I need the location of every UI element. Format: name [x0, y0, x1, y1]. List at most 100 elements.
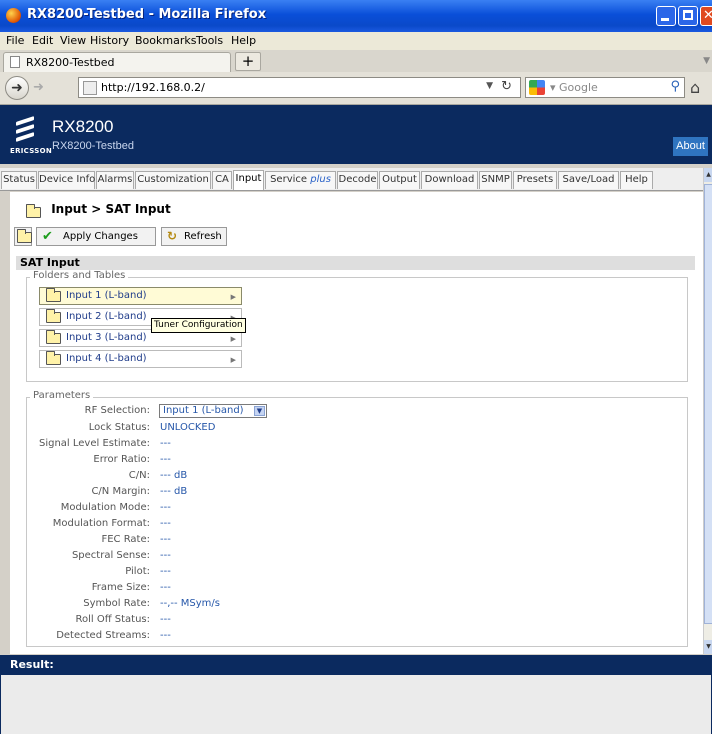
- url-text[interactable]: http://192.168.0.2/: [101, 81, 205, 94]
- breadcrumb: Input > SAT Input: [14, 202, 171, 218]
- param-label: Symbol Rate:: [83, 598, 150, 609]
- tab-ca[interactable]: CA: [212, 171, 232, 189]
- param-value: ---: [160, 550, 171, 561]
- about-button[interactable]: About: [673, 137, 708, 156]
- menu-help[interactable]: Help: [231, 34, 256, 47]
- forward-button[interactable]: ➜: [33, 80, 44, 95]
- search-engine-label: ▾ Google: [550, 81, 598, 94]
- param-value: ---: [160, 534, 171, 545]
- tab-list-icon[interactable]: ▼: [703, 56, 710, 66]
- tab-status[interactable]: Status: [1, 171, 37, 189]
- folder-icon: [46, 309, 61, 323]
- url-bar[interactable]: http://192.168.0.2/ ▼ ↻: [78, 77, 521, 98]
- menu-tools[interactable]: Tools: [196, 34, 223, 47]
- menu-history[interactable]: History: [90, 34, 129, 47]
- tooltip: Tuner Configuration: [151, 318, 246, 333]
- browser-tab-label: RX8200-Testbed: [26, 56, 115, 69]
- search-icon[interactable]: ⚲: [670, 79, 680, 94]
- menu-edit[interactable]: Edit: [32, 34, 53, 47]
- folder-item-input-4[interactable]: Input 4 (L-band) ▶: [39, 350, 242, 368]
- param-value: ---: [160, 438, 171, 449]
- section-title: SAT Input: [16, 256, 695, 270]
- checkmark-icon: ✔: [42, 229, 53, 244]
- page-title: Input > SAT Input: [51, 202, 171, 216]
- page-icon: [10, 56, 20, 68]
- param-value: ---: [160, 454, 171, 465]
- reload-icon[interactable]: ↻: [501, 79, 512, 94]
- navigation-bar: ➜ ➜ http://192.168.0.2/ ▼ ↻ ▾ Google ⚲ ⌂: [0, 72, 712, 105]
- arrow-right-icon: ▶: [230, 356, 236, 364]
- param-value: ---: [160, 582, 171, 593]
- app-header: ERICSSON RX8200 RX8200-Testbed: [0, 105, 712, 164]
- window-title: RX8200-Testbed - Mozilla Firefox: [27, 7, 267, 22]
- param-label: Pilot:: [125, 566, 150, 577]
- arrow-right-icon: ▶: [230, 293, 236, 301]
- rf-selection-label: RF Selection:: [84, 405, 150, 416]
- result-header: Result:: [0, 655, 712, 675]
- tab-decode[interactable]: Decode: [337, 171, 378, 189]
- tab-presets[interactable]: Presets: [513, 171, 557, 189]
- folder-icon: [46, 330, 61, 344]
- folder-icon: [46, 288, 61, 302]
- close-button[interactable]: [700, 6, 712, 26]
- param-label: FEC Rate:: [101, 534, 150, 545]
- tab-alarms[interactable]: Alarms: [96, 171, 134, 189]
- param-value: ---: [160, 614, 171, 625]
- param-label: Spectral Sense:: [71, 550, 150, 561]
- menu-file[interactable]: File: [6, 34, 24, 47]
- result-panel: [0, 675, 712, 734]
- arrow-right-icon: ▶: [230, 335, 236, 343]
- vertical-scrollbar[interactable]: ▲ ▼: [703, 168, 712, 654]
- folders-legend: Folders and Tables: [30, 270, 129, 281]
- home-icon[interactable]: ⌂: [690, 78, 700, 97]
- folder-icon: [46, 351, 61, 365]
- tab-device-info[interactable]: Device Info: [38, 171, 95, 189]
- new-tab-button[interactable]: +: [235, 52, 261, 71]
- tab-save-load[interactable]: Save/Load: [558, 171, 619, 189]
- param-label: C/N Margin:: [91, 486, 150, 497]
- chevron-down-icon[interactable]: ▼: [254, 406, 265, 416]
- rf-selection-select[interactable]: Input 1 (L-band) ▼: [159, 404, 267, 418]
- param-value: --- dB: [160, 486, 188, 497]
- tab-service-plus[interactable]: Service plus: [265, 171, 336, 189]
- param-value: ---: [160, 630, 171, 641]
- menu-view[interactable]: View: [60, 34, 86, 47]
- tab-download[interactable]: Download: [421, 171, 478, 189]
- menu-bookmarks[interactable]: Bookmarks: [135, 34, 196, 47]
- param-label: C/N:: [128, 470, 150, 481]
- history-dropdown-icon[interactable]: ▼: [486, 81, 493, 91]
- tab-input[interactable]: Input: [233, 170, 264, 190]
- param-label: Lock Status:: [88, 422, 150, 433]
- product-name: RX8200: [52, 117, 114, 136]
- tab-output[interactable]: Output: [379, 171, 420, 189]
- firefox-icon: [6, 8, 21, 23]
- scroll-down-icon[interactable]: ▼: [704, 640, 712, 654]
- window-title-bar: RX8200-Testbed - Mozilla Firefox: [0, 0, 712, 32]
- minimize-button[interactable]: [656, 6, 676, 26]
- tab-customization[interactable]: Customization: [135, 171, 211, 189]
- apply-changes-button[interactable]: ✔ Apply Changes: [36, 227, 156, 246]
- param-label: Detected Streams:: [56, 630, 150, 641]
- search-box[interactable]: ▾ Google ⚲: [525, 77, 685, 98]
- param-value: ---: [160, 518, 171, 529]
- menu-bar: File Edit View History Bookmarks Tools H…: [0, 32, 712, 50]
- up-folder-button[interactable]: [14, 227, 32, 246]
- tab-help[interactable]: Help: [620, 171, 653, 189]
- tab-snmp[interactable]: SNMP: [479, 171, 512, 189]
- param-label: Modulation Format:: [52, 518, 150, 529]
- back-button[interactable]: ➜: [5, 76, 29, 100]
- param-label: Error Ratio:: [93, 454, 150, 465]
- scroll-thumb[interactable]: [704, 184, 712, 624]
- site-identity-icon[interactable]: [83, 81, 97, 95]
- refresh-button[interactable]: ↻ Refresh: [161, 227, 227, 246]
- scroll-up-icon[interactable]: ▲: [704, 168, 712, 182]
- param-label: Signal Level Estimate:: [38, 438, 150, 449]
- folder-item-input-1[interactable]: Input 1 (L-band) ▶: [39, 287, 242, 305]
- parameters-legend: Parameters: [30, 390, 94, 401]
- maximize-button[interactable]: [678, 6, 698, 26]
- param-label: Roll Off Status:: [75, 614, 150, 625]
- refresh-icon: ↻: [167, 229, 178, 243]
- browser-tab[interactable]: RX8200-Testbed: [3, 52, 231, 72]
- param-label: Frame Size:: [91, 582, 150, 593]
- google-icon[interactable]: [529, 80, 545, 95]
